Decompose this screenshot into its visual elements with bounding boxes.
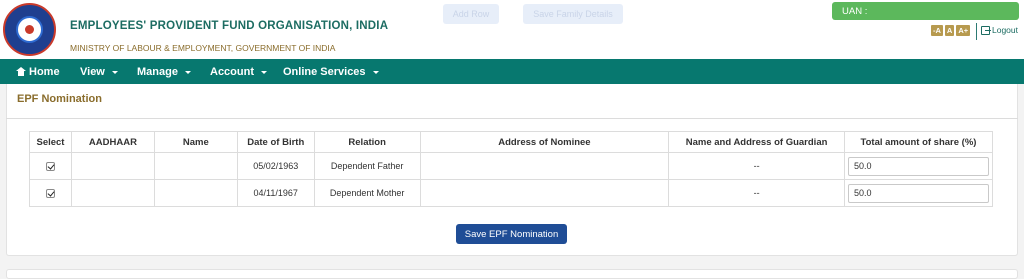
select-cell — [29, 152, 72, 180]
col-header-dob: Date of Birth — [236, 131, 315, 153]
share-input[interactable] — [847, 156, 989, 176]
dob-cell: 05/02/1963 — [236, 152, 315, 180]
chevron-down-icon — [111, 71, 118, 74]
home-icon — [16, 67, 26, 76]
font-normal-button[interactable]: A — [944, 25, 955, 36]
col-header-aadhaar: AADHAAR — [70, 131, 155, 153]
col-header-guardian: Name and Address of Guardian — [668, 131, 845, 153]
uan-display: UAN : — [832, 2, 1019, 20]
main-navbar: Home View Manage Account Online Services — [0, 59, 1024, 84]
uan-label: UAN : — [842, 5, 868, 17]
org-title: EMPLOYEES' PROVIDENT FUND ORGANISATION, … — [70, 20, 389, 32]
aadhaar-cell — [70, 152, 155, 180]
relation-cell: Dependent Father — [313, 152, 421, 180]
section-divider — [6, 118, 1018, 119]
guardian-cell: -- — [668, 152, 845, 180]
logout-link[interactable]: Logout — [981, 25, 1018, 35]
nav-home-label: Home — [29, 65, 60, 78]
relation-cell: Dependent Mother — [313, 179, 421, 207]
table-header-row: Select AADHAAR Name Date of Birth Relati… — [29, 131, 994, 153]
name-cell — [153, 152, 238, 180]
save-family-details-button[interactable]: Save Family Details — [523, 4, 623, 24]
header-divider — [976, 23, 977, 40]
table-row: 05/02/1963 Dependent Father -- — [29, 152, 994, 180]
col-header-relation: Relation — [313, 131, 421, 153]
nav-manage[interactable]: Manage — [137, 59, 191, 84]
logo-emblem — [16, 16, 43, 43]
logout-icon — [981, 25, 991, 35]
name-cell — [153, 179, 238, 207]
chevron-down-icon — [261, 71, 267, 74]
col-header-address: Address of Nominee — [419, 131, 670, 153]
font-increase-button[interactable]: A+ — [956, 25, 971, 36]
font-size-controls: -A A A+ — [931, 25, 971, 36]
lower-panel — [6, 269, 1018, 279]
dob-cell: 04/11/1967 — [236, 179, 315, 207]
guardian-cell: -- — [668, 179, 845, 207]
select-cell — [29, 179, 72, 207]
site-header: EMPLOYEES' PROVIDENT FUND ORGANISATION, … — [0, 0, 1024, 59]
section-title: EPF Nomination — [17, 93, 102, 105]
nomination-table: Select AADHAAR Name Date of Birth Relati… — [29, 131, 994, 207]
save-epf-nomination-button[interactable]: Save EPF Nomination — [456, 224, 567, 244]
nav-manage-label: Manage — [137, 65, 178, 78]
aadhaar-cell — [70, 179, 155, 207]
col-header-name: Name — [153, 131, 238, 153]
share-cell — [843, 179, 994, 207]
nav-online-services-label: Online Services — [283, 65, 366, 78]
nav-online-services[interactable]: Online Services — [283, 59, 379, 84]
select-checkbox[interactable] — [45, 162, 55, 172]
nav-account-label: Account — [210, 65, 254, 78]
col-header-share: Total amount of share (%) — [843, 131, 994, 153]
select-checkbox[interactable] — [45, 189, 55, 199]
nav-account[interactable]: Account — [210, 59, 267, 84]
nav-view[interactable]: View — [80, 59, 118, 84]
ministry-subtitle: MINISTRY OF LABOUR & EMPLOYMENT, GOVERNM… — [70, 43, 336, 53]
share-cell — [843, 152, 994, 180]
address-cell — [419, 179, 670, 207]
col-header-select: Select — [29, 131, 72, 153]
address-cell — [419, 152, 670, 180]
nav-home[interactable]: Home — [16, 59, 60, 84]
font-decrease-button[interactable]: -A — [931, 25, 943, 36]
share-input[interactable] — [847, 183, 989, 203]
chevron-down-icon — [184, 71, 191, 74]
nav-view-label: View — [80, 65, 105, 78]
epfo-logo — [3, 3, 56, 56]
logout-label: Logout — [992, 25, 1018, 35]
table-row: 04/11/1967 Dependent Mother -- — [29, 179, 994, 207]
chevron-down-icon — [372, 71, 379, 74]
add-row-button[interactable]: Add Row — [443, 4, 499, 24]
